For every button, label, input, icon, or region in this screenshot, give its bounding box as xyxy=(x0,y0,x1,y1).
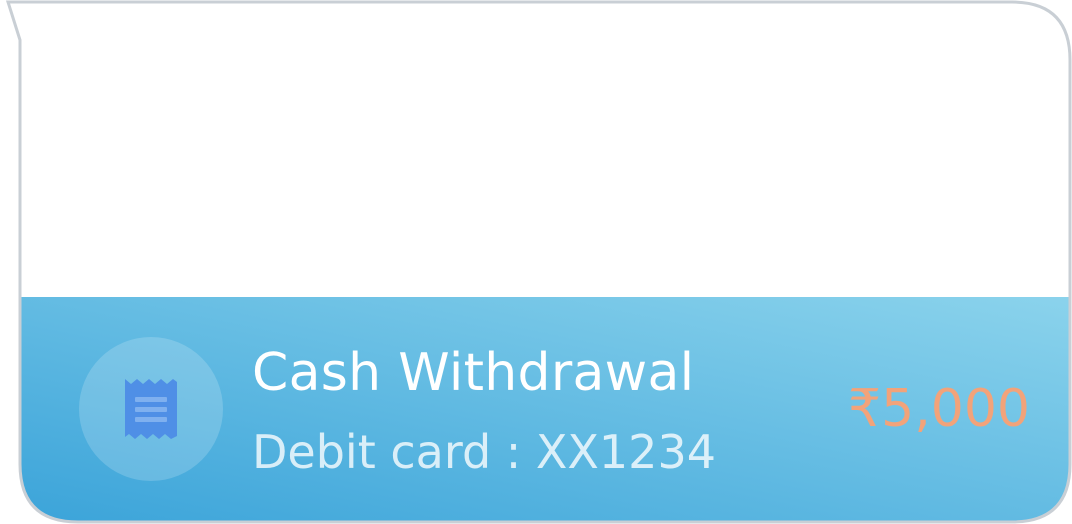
receipt-icon-badge xyxy=(79,337,223,481)
transaction-title: Cash Withdrawal xyxy=(252,343,695,403)
transaction-subtitle: Debit card : XX1234 xyxy=(252,425,716,479)
receipt-icon xyxy=(125,379,177,439)
transaction-row[interactable]: Cash Withdrawal Debit card : XX1234 ₹5,0… xyxy=(20,297,1072,524)
transaction-amount: ₹5,000 xyxy=(848,379,1030,439)
transaction-card-stage: Cash Withdrawal Debit card : XX1234 ₹5,0… xyxy=(0,0,1072,524)
